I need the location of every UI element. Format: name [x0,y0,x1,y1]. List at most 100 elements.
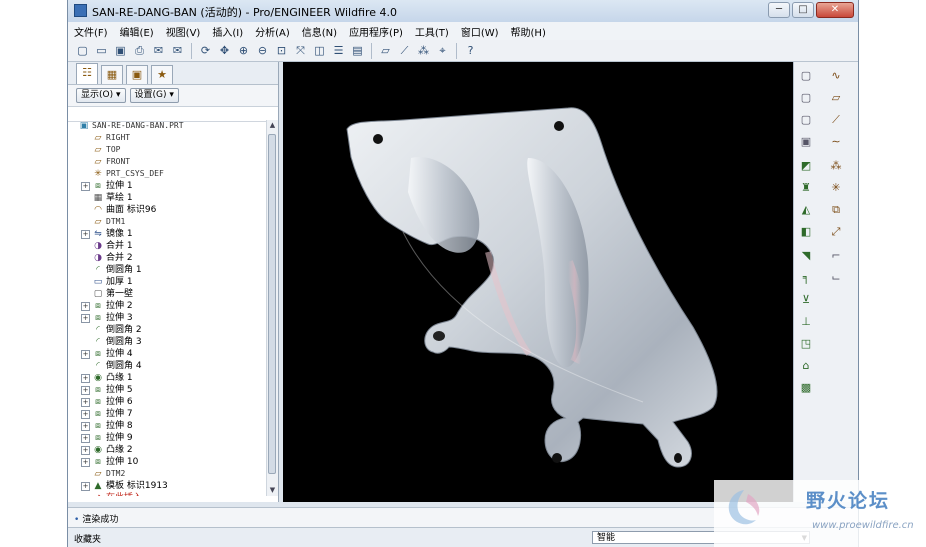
maximize-button[interactable]: □ [792,2,814,18]
expand-icon[interactable]: + [81,374,90,383]
tree-item[interactable]: ◜ 倒圆角 4 [68,360,265,372]
tree-root-item[interactable]: ▣ SAN-RE-DANG-BAN.PRT [68,120,265,132]
new-icon[interactable]: ▢ [74,42,91,59]
tree-item[interactable]: + ⧈ 拉伸 2 [68,300,265,312]
menu-edit[interactable]: 编辑(E) [114,22,160,40]
refit-icon[interactable]: ⊡ [273,42,290,59]
tree-item[interactable]: ◠ 曲面 标识96 [68,204,265,216]
tree-item[interactable]: + ⧈ 拉伸 10 [68,456,265,468]
menu-info[interactable]: 信息(N) [296,22,343,40]
csys-tool-icon[interactable]: ✳ [828,180,844,196]
expand-icon[interactable]: + [81,422,90,431]
tree-item[interactable]: ◑ 合并 2 [68,252,265,264]
tree-item[interactable]: + ⧈ 拉伸 3 [68,312,265,324]
favorites-label[interactable]: 收藏夹 [74,532,101,545]
tree-item[interactable]: + ⧈ 拉伸 5 [68,384,265,396]
tree-item[interactable]: + ⧈ 拉伸 8 [68,420,265,432]
tree-item[interactable]: ▱ DTM1 [68,216,265,228]
menu-help[interactable]: 帮助(H) [505,22,552,40]
flat-wall-icon[interactable]: ▢ [798,90,814,106]
tree-item[interactable]: ◑ 合并 1 [68,240,265,252]
menu-tools[interactable]: 工具(T) [409,22,455,40]
csys-display-icon[interactable]: ⌖ [434,42,451,59]
expand-icon[interactable]: + [81,434,90,443]
regenerate-icon[interactable]: ⟳ [197,42,214,59]
email-icon[interactable]: ✉ [150,42,167,59]
tree-item[interactable]: ➜在此插入 [68,492,265,496]
tree-item[interactable]: ◜ 倒圆角 2 [68,324,265,336]
menu-view[interactable]: 视图(V) [160,22,207,40]
menu-window[interactable]: 窗口(W) [455,22,505,40]
tree-item[interactable]: + ▲ 模板 标识1913 [68,480,265,492]
close-button[interactable]: ✕ [816,2,854,18]
sheetmetal-convert-icon[interactable]: ▢ [798,68,814,84]
tree-item[interactable]: ◜ 倒圆角 3 [68,336,265,348]
sheetmetal-cut-icon[interactable]: ◭ [798,202,814,218]
tree-item[interactable]: ✳ PRT_CSYS_DEF [68,168,265,180]
tree-item[interactable]: ◜ 倒圆角 1 [68,264,265,276]
datum-axis-tool-icon[interactable]: ⟋ [828,112,844,128]
sketch-datum-curve-icon[interactable]: ∿ [828,68,844,84]
open-icon[interactable]: ▭ [93,42,110,59]
blend-wall-icon[interactable]: ◩ [798,158,814,174]
tree-scrollbar[interactable]: ▲ ▼ [266,120,278,496]
extend-wall-icon[interactable]: ▣ [798,134,814,150]
tree-item[interactable]: + ⧈ 拉伸 1 [68,180,265,192]
tree-item[interactable]: ▱ DTM2 [68,468,265,480]
rip-icon[interactable]: ⌐ [828,248,844,264]
datum-plane-display-icon[interactable]: ▱ [377,42,394,59]
tree-item[interactable]: ▱ RIGHT [68,132,265,144]
graphics-viewport[interactable] [283,62,793,502]
flatten-icon[interactable]: ⊻ [798,292,814,308]
email-link-icon[interactable]: ✉ [169,42,186,59]
menu-insert[interactable]: 插入(I) [206,22,249,40]
expand-icon[interactable]: + [81,482,90,491]
datum-point-display-icon[interactable]: ⁂ [415,42,432,59]
tree-item[interactable]: + ⇋ 镜像 1 [68,228,265,240]
zoom-in-icon[interactable]: ⊕ [235,42,252,59]
print-icon[interactable]: ⎙ [131,42,148,59]
expand-icon[interactable]: + [81,182,90,191]
menu-file[interactable]: 文件(F) [68,22,114,40]
layer-tab-icon[interactable]: ▦ [101,65,123,84]
reorient-icon[interactable]: ⤧ [292,42,309,59]
expand-icon[interactable]: + [81,230,90,239]
form-tool-icon[interactable]: ◳ [798,336,814,352]
tree-item[interactable]: ▦ 草绘 1 [68,192,265,204]
scroll-thumb[interactable] [268,134,276,474]
zoom-out-icon[interactable]: ⊖ [254,42,271,59]
model-tree-tab-icon[interactable]: ☷ [76,63,98,84]
expand-icon[interactable]: + [81,350,90,359]
pan-icon[interactable]: ✥ [216,42,233,59]
saved-views-icon[interactable]: ◫ [311,42,328,59]
expand-icon[interactable]: + [81,302,90,311]
sketched-form-icon[interactable]: ⤢ [828,224,844,240]
datum-curve-tool-icon[interactable]: ∼ [828,134,844,150]
tree-item[interactable]: ▱ TOP [68,144,265,156]
layers-icon[interactable]: ☰ [330,42,347,59]
show-dropdown[interactable]: 显示(O) ▾ [76,88,126,103]
flange-wall-icon[interactable]: ▢ [798,112,814,128]
expand-icon[interactable]: + [81,314,90,323]
edge-rip-icon[interactable]: ⊥ [798,314,814,330]
view-manager-icon[interactable]: ▤ [349,42,366,59]
expand-icon[interactable]: + [81,446,90,455]
scroll-down-icon[interactable]: ▼ [267,485,278,496]
expand-icon[interactable]: + [81,386,90,395]
datum-axis-display-icon[interactable]: ⟋ [396,42,413,59]
expand-icon[interactable]: + [81,458,90,467]
tree-item[interactable]: + ⧈ 拉伸 9 [68,432,265,444]
settings-dropdown[interactable]: 设置(G) ▾ [129,88,179,103]
expand-icon[interactable]: + [81,410,90,419]
save-icon[interactable]: ▣ [112,42,129,59]
analysis-feature-icon[interactable]: ⧉ [828,202,844,218]
favorites-tab-icon[interactable]: ★ [151,65,173,84]
datum-plane-tool-icon[interactable]: ▱ [828,90,844,106]
tree-item[interactable]: + ⧈ 拉伸 6 [68,396,265,408]
unbend-icon[interactable]: ╕ [798,270,814,286]
datum-point-tool-icon[interactable]: ⁂ [828,158,844,174]
tree-item[interactable]: + ⧈ 拉伸 4 [68,348,265,360]
menu-applications[interactable]: 应用程序(P) [343,22,409,40]
menu-analysis[interactable]: 分析(A) [249,22,296,40]
folder-tab-icon[interactable]: ▣ [126,65,148,84]
